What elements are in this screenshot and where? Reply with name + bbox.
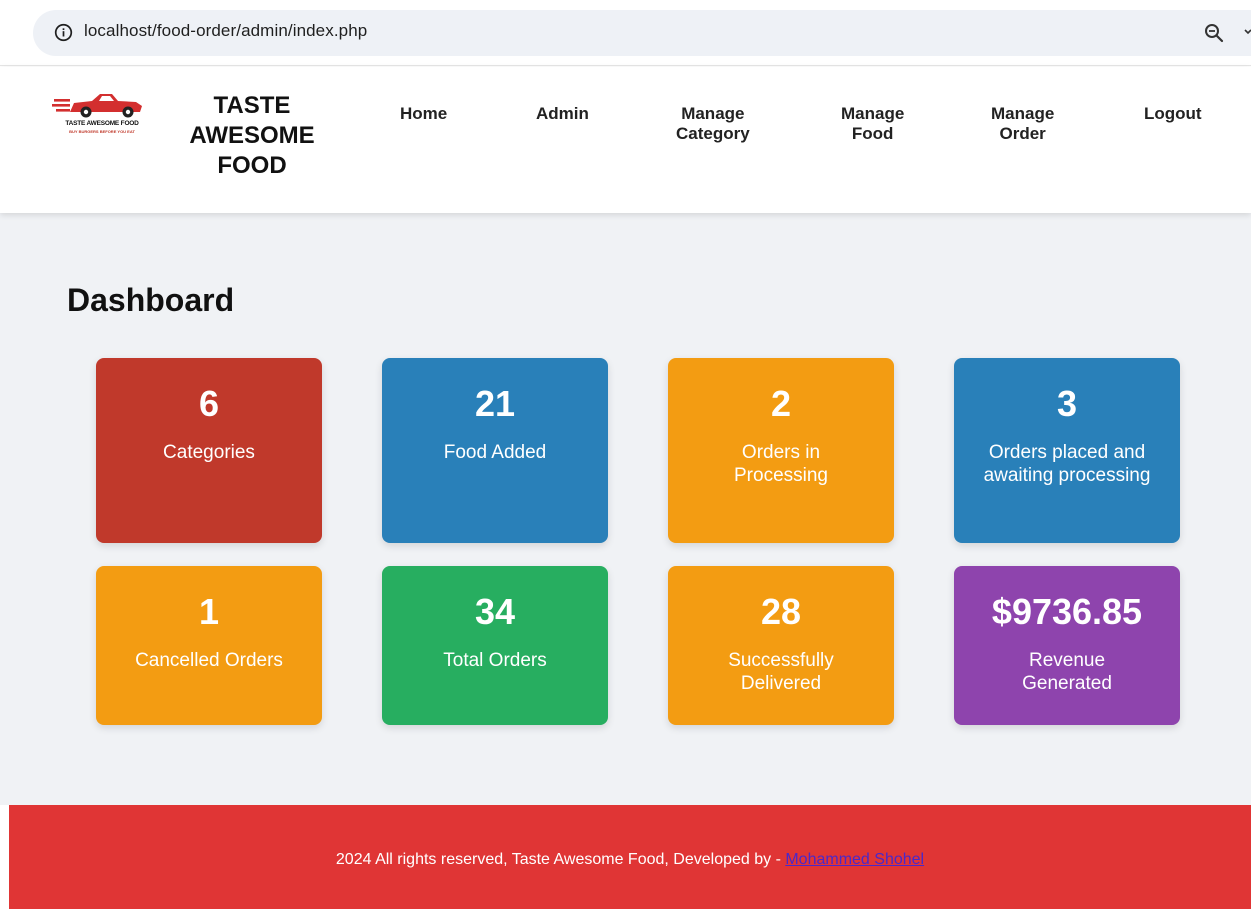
nav-manage-order[interactable]: Manage Order <box>991 104 1054 143</box>
card-value: 2 <box>770 383 792 424</box>
card-label: Cancelled Orders <box>135 650 283 671</box>
zoom-icon[interactable] <box>1203 22 1225 44</box>
info-icon[interactable] <box>54 23 73 42</box>
card-value: 6 <box>198 383 220 424</box>
developer-link[interactable]: Mohammed Shohel <box>785 851 924 868</box>
brand-line: FOOD <box>217 152 287 179</box>
nav-label: Logout <box>1144 104 1202 123</box>
site-header: TASTE AWESOME FOOD BUY BURGERS BEFORE YO… <box>0 67 1251 213</box>
brand-line: AWESOME <box>189 122 315 149</box>
dashboard-main: Dashboard 6 Categories 21 Food Added 2 O… <box>0 213 1251 805</box>
nav-manage-food[interactable]: Manage Food <box>841 104 904 143</box>
nav-label: Manage <box>681 104 745 123</box>
stat-card-total-orders[interactable]: 34 Total Orders <box>382 566 608 725</box>
site-footer: 2024 All rights reserved, Taste Awesome … <box>9 805 1251 909</box>
card-value: $9736.85 <box>991 591 1143 632</box>
brand-name[interactable]: TASTE AWESOME FOOD <box>176 91 328 181</box>
card-value: 34 <box>474 591 516 632</box>
card-value: 28 <box>760 591 802 632</box>
stat-card-categories[interactable]: 6 Categories <box>96 358 322 543</box>
nav-logout[interactable]: Logout <box>1144 104 1202 124</box>
nav-label: Home <box>400 104 448 123</box>
stat-card-orders-processing[interactable]: 2 Orders in Processing <box>668 358 894 543</box>
card-label: Categories <box>163 442 255 463</box>
nav-label: Order <box>999 123 1046 143</box>
chevron-down-icon[interactable] <box>1244 27 1251 37</box>
logo[interactable]: TASTE AWESOME FOOD BUY BURGERS BEFORE YO… <box>52 88 152 138</box>
stat-card-revenue[interactable]: $9736.85 Revenue Generated <box>954 566 1180 725</box>
card-label: Orders in Processing <box>734 442 828 487</box>
copyright-text: 2024 All rights reserved, Taste Awesome … <box>335 851 786 868</box>
card-value: 21 <box>474 383 516 424</box>
stat-card-delivered[interactable]: 28 Successfully Delivered <box>668 566 894 725</box>
stat-card-orders-awaiting[interactable]: 3 Orders placed and awaiting processing <box>954 358 1180 543</box>
card-label: Total Orders <box>443 650 547 671</box>
nav-label: Food <box>851 123 894 143</box>
browser-toolbar: localhost/food-order/admin/index.php <box>0 0 1251 66</box>
card-label: Orders placed and awaiting processing <box>983 442 1151 487</box>
card-value: 3 <box>1056 383 1078 424</box>
logo-tagline: BUY BURGERS BEFORE YOU EAT <box>69 129 135 134</box>
nav-label: Manage <box>991 104 1055 123</box>
card-label: Food Added <box>443 442 547 463</box>
nav-label: Category <box>676 123 750 143</box>
race-car-icon <box>52 94 142 118</box>
nav-home[interactable]: Home <box>400 104 447 124</box>
nav-manage-category[interactable]: Manage Category <box>676 104 750 143</box>
card-label: Revenue Generated <box>1022 650 1112 695</box>
nav-label: Manage <box>841 104 905 123</box>
stat-card-cancelled-orders[interactable]: 1 Cancelled Orders <box>96 566 322 725</box>
brand-line: TASTE <box>213 92 291 119</box>
card-value: 1 <box>198 591 220 632</box>
stat-card-food-added[interactable]: 21 Food Added <box>382 358 608 543</box>
nav-admin[interactable]: Admin <box>536 104 589 124</box>
url-text[interactable]: localhost/food-order/admin/index.php <box>84 21 367 41</box>
card-label: Successfully Delivered <box>728 650 834 695</box>
page-title: Dashboard <box>67 282 235 318</box>
nav-label: Admin <box>536 104 589 123</box>
footer-text: 2024 All rights reserved, Taste Awesome … <box>9 851 1251 869</box>
logo-text: TASTE AWESOME FOOD <box>65 120 139 127</box>
